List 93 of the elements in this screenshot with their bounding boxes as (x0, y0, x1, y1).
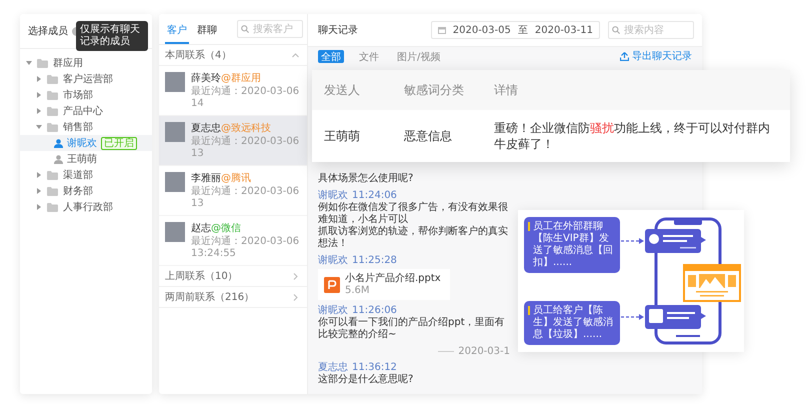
caret-icon[interactable] (36, 188, 42, 194)
company-tag: @微信 (211, 221, 241, 235)
folder-label[interactable]: 渠道部 (63, 168, 93, 182)
folder-icon (47, 90, 58, 100)
status-badge: 已开启 (101, 136, 137, 150)
export-link[interactable]: 导出聊天记录 (620, 49, 692, 63)
folder-icon (47, 74, 58, 84)
upload-icon (620, 52, 629, 60)
avatar-placeholder (165, 222, 185, 242)
filter-tab[interactable]: 全部 (318, 50, 344, 62)
column-header: 详情 (494, 82, 519, 98)
contact-name: 薛美玲 (191, 72, 221, 85)
file-name: 小名片产品介绍.pptx (345, 273, 441, 285)
avatar-placeholder (165, 172, 185, 192)
search-field[interactable]: 搜索内容 (608, 21, 694, 39)
caret-icon[interactable] (26, 60, 32, 66)
alert-bubble: 员工给客户【陈生】发送了敏感消息【垃圾】...... (524, 301, 620, 345)
folder-label[interactable]: 客户运营部 (63, 72, 113, 86)
last-contact-time: 最近沟通：2020-03-06 13 (191, 136, 300, 160)
sender-name: 谢昵欢 (318, 255, 348, 267)
sender-name: 谢昵欢 (318, 305, 348, 316)
message-time: 11:36:12 (352, 362, 397, 374)
message-time: 11:26:06 (352, 305, 397, 316)
member-item[interactable]: 王萌萌 (20, 151, 152, 167)
folder-icon (47, 202, 58, 212)
slides-file-icon (324, 276, 340, 292)
folder-icon (37, 58, 48, 68)
caret-icon[interactable] (36, 108, 42, 114)
last-contact-time: 最近沟通：2020-03-06 14 (191, 86, 300, 110)
message-time: 11:25:28 (352, 255, 397, 267)
contact-group[interactable]: 两周前联系（216） (159, 287, 307, 308)
table-cell-text: 重磅！企业微信防骚扰功能上线，终于可以对付群内牛皮藓了！ (494, 120, 771, 152)
date-divider: 2020-03-1 (458, 346, 510, 357)
tooltip: 仅展示有聊天记录的成员 (76, 21, 148, 51)
table-cell-text: 王萌萌 (324, 128, 361, 144)
message-text: 例如你在微信发了很多广告，有没有效果很难知道，小名片可以 (318, 202, 509, 226)
column-header: 敏感词分类 (404, 82, 465, 98)
dashed-arrow (621, 238, 644, 244)
last-contact-time: 最近沟通：2020-03-06 13 (191, 186, 300, 210)
calendar-icon (438, 26, 446, 34)
folder-icon (47, 106, 58, 116)
folder-label[interactable]: 产品中心 (63, 104, 103, 118)
folder-label[interactable]: 销售部 (63, 120, 93, 134)
tab[interactable]: 群聊 (195, 14, 219, 44)
folder-icon (47, 186, 58, 196)
search-field[interactable]: 搜索客户 (237, 20, 303, 38)
contact-group[interactable]: 本周联系（4） (159, 45, 307, 66)
folder-label[interactable]: 市场部 (63, 88, 93, 102)
file-attachment[interactable]: 小名片产品介绍.pptx 5.6M (318, 269, 450, 300)
folder-label[interactable]: 人事行政部 (63, 200, 113, 214)
contact-group[interactable]: 上周联系（10） (159, 266, 307, 287)
folder-label[interactable]: 群应用 (53, 56, 83, 70)
contact-row[interactable]: 夏志忠@致远科技 最近沟通：2020-03-06 13 (159, 116, 307, 166)
folder-icon (47, 170, 58, 180)
panel-title: 聊天记录 (318, 24, 358, 37)
column-header: 发送人 (324, 82, 361, 98)
company-tag: @致远科技 (221, 121, 271, 135)
caret-icon[interactable] (36, 172, 42, 178)
message-text: 具体场景怎么使用呢? (318, 173, 414, 185)
message-text: 抓取访客浏览的轨迹，帮你判断客户的真实想法！ (318, 226, 509, 250)
message-text: 这部分是什么意思呢? (318, 374, 414, 386)
date-range-field[interactable]: 2020-03-05 至 2020-03-11 (430, 21, 600, 39)
caret-icon[interactable] (36, 124, 42, 130)
tab[interactable]: 客户 (165, 14, 189, 44)
alert-bubble: 员工在外部群聊【陈生VIP群】发送了敏感消息【回扣】...... (524, 217, 620, 273)
avatar-placeholder (165, 72, 185, 92)
folder-icon (47, 122, 58, 132)
person-icon (54, 138, 63, 148)
contact-name: 赵志 (191, 222, 211, 235)
company-tag: @腾讯 (221, 171, 251, 185)
company-tag: @群应用 (221, 71, 261, 85)
contact-row[interactable]: 赵志@微信 最近沟通：2020-03-06 13:24:55 (159, 216, 307, 266)
message-time: 11:24:06 (352, 190, 397, 202)
caret-icon[interactable] (36, 92, 42, 98)
table-cell-text: 恶意信息 (404, 128, 453, 144)
message-text: 你可以看一下我们的产品介绍ppt，里面有比较完整的介绍~ (318, 317, 506, 341)
contact-name: 夏志忠 (191, 122, 221, 135)
file-size: 5.6M (345, 285, 371, 296)
sender-name: 谢昵欢 (318, 190, 348, 202)
folder-label[interactable]: 财务部 (63, 184, 93, 198)
date-value: 2020-03-11 (534, 24, 593, 36)
caret-icon[interactable] (36, 76, 42, 82)
contact-row[interactable]: 李雅丽@腾讯 最近沟通：2020-03-06 13 (159, 166, 307, 216)
caret-icon[interactable] (36, 204, 42, 210)
date-value: 2020-03-05 (452, 24, 511, 36)
dashed-arrow (621, 314, 644, 320)
last-contact-time: 最近沟通：2020-03-06 13:24:55 (191, 236, 300, 260)
sender-name: 夏志忠 (318, 362, 348, 374)
panel-title: 选择成员 (28, 24, 68, 38)
contact-name: 李雅丽 (191, 172, 221, 185)
date-separator: 至 (518, 24, 528, 37)
avatar-placeholder (165, 122, 185, 142)
person-icon (54, 154, 63, 164)
